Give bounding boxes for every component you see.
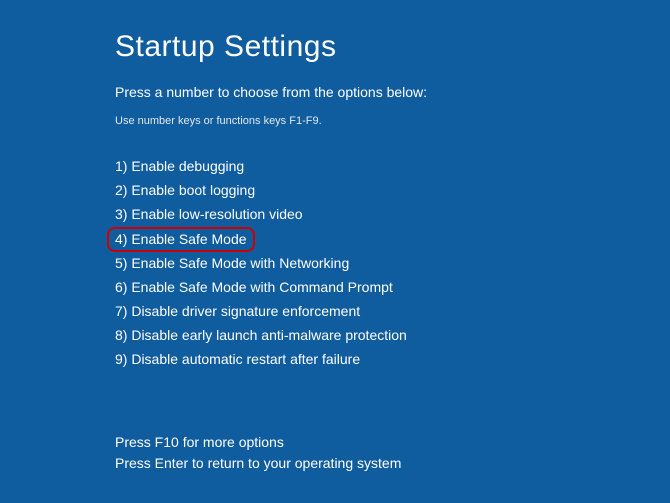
more-options-text: Press F10 for more options: [115, 432, 670, 453]
option-disable-driver-sig[interactable]: 7) Disable driver signature enforcement: [115, 301, 360, 322]
option-low-res-video[interactable]: 3) Enable low-resolution video: [115, 204, 303, 225]
option-safe-mode-cmd[interactable]: 6) Enable Safe Mode with Command Prompt: [115, 277, 393, 298]
option-boot-logging[interactable]: 2) Enable boot logging: [115, 180, 255, 201]
option-disable-auto-restart[interactable]: 9) Disable automatic restart after failu…: [115, 349, 360, 370]
key-hint-text: Use number keys or functions keys F1-F9.: [115, 115, 670, 127]
startup-options-list: 1) Enable debugging 2) Enable boot loggi…: [115, 155, 670, 372]
page-title: Startup Settings: [115, 30, 670, 64]
option-safe-mode-networking[interactable]: 5) Enable Safe Mode with Networking: [115, 253, 349, 274]
option-disable-malware-protection[interactable]: 8) Disable early launch anti-malware pro…: [115, 325, 407, 346]
option-debugging[interactable]: 1) Enable debugging: [115, 156, 244, 177]
instruction-text: Press a number to choose from the option…: [115, 84, 670, 100]
option-safe-mode[interactable]: 4) Enable Safe Mode: [107, 227, 255, 252]
return-text: Press Enter to return to your operating …: [115, 453, 670, 474]
